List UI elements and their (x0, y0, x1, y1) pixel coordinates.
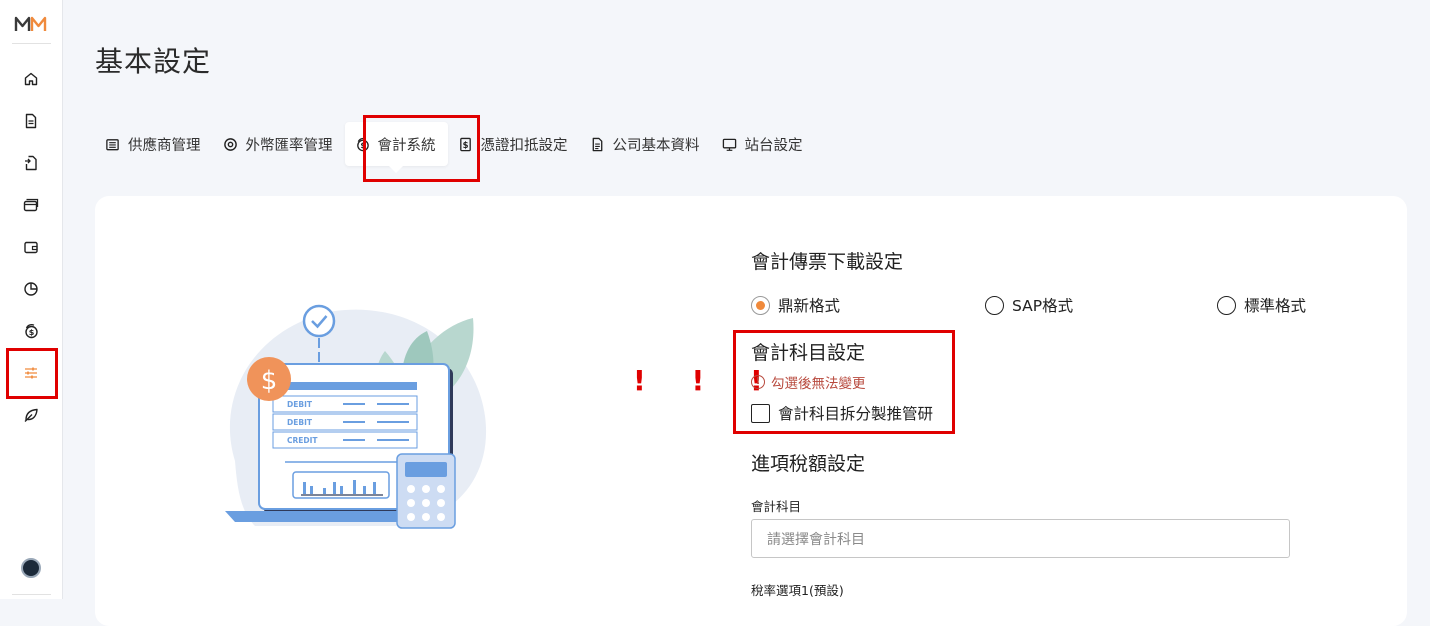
tab-label: 供應商管理 (128, 137, 201, 154)
card-icon (23, 198, 39, 212)
active-tab-highlight (363, 115, 480, 182)
wallet-icon (24, 241, 38, 254)
tab-label: 公司基本資料 (612, 137, 700, 154)
tab-supplier-management[interactable]: 供應商管理 (95, 122, 213, 166)
account-settings-highlight (733, 330, 955, 434)
dollar-badge: $ (261, 366, 278, 396)
page-title: 基本設定 (95, 45, 212, 78)
tab-site-settings[interactable]: 站台設定 (712, 122, 815, 166)
accounting-illustration: DEBIT DEBIT CREDIT $ (225, 304, 487, 529)
download-format-group: 鼎新格式 SAP格式 標準格式 (751, 294, 1311, 318)
radio-standard-format[interactable]: 標準格式 (1217, 294, 1306, 316)
tab-label: 外幣匯率管理 (245, 137, 333, 154)
select-placeholder: 請選擇會計科目 (767, 531, 865, 548)
radio-label: 標準格式 (1244, 297, 1307, 315)
settings-card: DEBIT DEBIT CREDIT $ ! ! ! 會計傳票下載設定 鼎新格式… (95, 196, 1407, 626)
radio-circle (1217, 295, 1236, 315)
nav-eco[interactable] (16, 400, 46, 430)
nav-settings-highlight (6, 348, 58, 399)
radio-sap-format[interactable]: SAP格式 (985, 294, 1073, 316)
radio-circle (751, 295, 770, 315)
nav-cards[interactable] (16, 190, 46, 220)
leaf-icon (24, 408, 38, 422)
nav-documents[interactable] (16, 106, 46, 136)
coin-icon: $ (25, 324, 38, 339)
tab-company-profile[interactable]: 公司基本資料 (580, 122, 712, 166)
nav-finance[interactable]: $ (16, 316, 46, 346)
debit-label-2: DEBIT (287, 418, 313, 427)
home-icon (24, 72, 38, 86)
input-tax-settings-title: 進項稅額設定 (751, 453, 866, 475)
credit-label: CREDIT (287, 436, 318, 445)
bottom-divider (12, 594, 51, 595)
target-icon (223, 137, 237, 151)
tax-rate-option-label: 稅率選項1(預設) (751, 583, 844, 598)
building-icon (106, 138, 119, 150)
tab-label: 站台設定 (744, 137, 803, 154)
file-return-icon (25, 155, 37, 171)
nav-home[interactable] (16, 64, 46, 94)
radio-label: 鼎新格式 (778, 297, 841, 315)
svg-text:$: $ (29, 328, 35, 337)
tab-label: 憑證扣抵設定 (480, 137, 568, 154)
monitor-icon (722, 138, 736, 151)
main-content: 基本設定 供應商管理 外幣匯率管理 $ 會計系統 $ 憑證扣抵設定 公司基本資料… (63, 0, 1430, 626)
user-avatar[interactable] (21, 558, 41, 578)
nav-wallet[interactable] (16, 232, 46, 262)
app-logo[interactable] (14, 14, 48, 34)
nav-reports[interactable] (16, 274, 46, 304)
tab-exchange-rate[interactable]: 外幣匯率管理 (213, 122, 345, 166)
account-select[interactable]: 請選擇會計科目 (751, 519, 1290, 558)
file-text-icon (592, 137, 602, 151)
logo-divider (12, 43, 51, 44)
debit-label-1: DEBIT (287, 400, 313, 409)
document-icon (25, 113, 37, 129)
sidebar: $ (0, 0, 63, 599)
download-settings-title: 會計傳票下載設定 (751, 251, 904, 273)
account-field-label: 會計科目 (751, 499, 802, 514)
nav-file-return[interactable] (16, 148, 46, 178)
pie-chart-icon (24, 282, 38, 296)
radio-label: SAP格式 (1012, 297, 1074, 315)
radio-circle (985, 295, 1004, 315)
radio-dingxin-format[interactable]: 鼎新格式 (751, 294, 840, 316)
